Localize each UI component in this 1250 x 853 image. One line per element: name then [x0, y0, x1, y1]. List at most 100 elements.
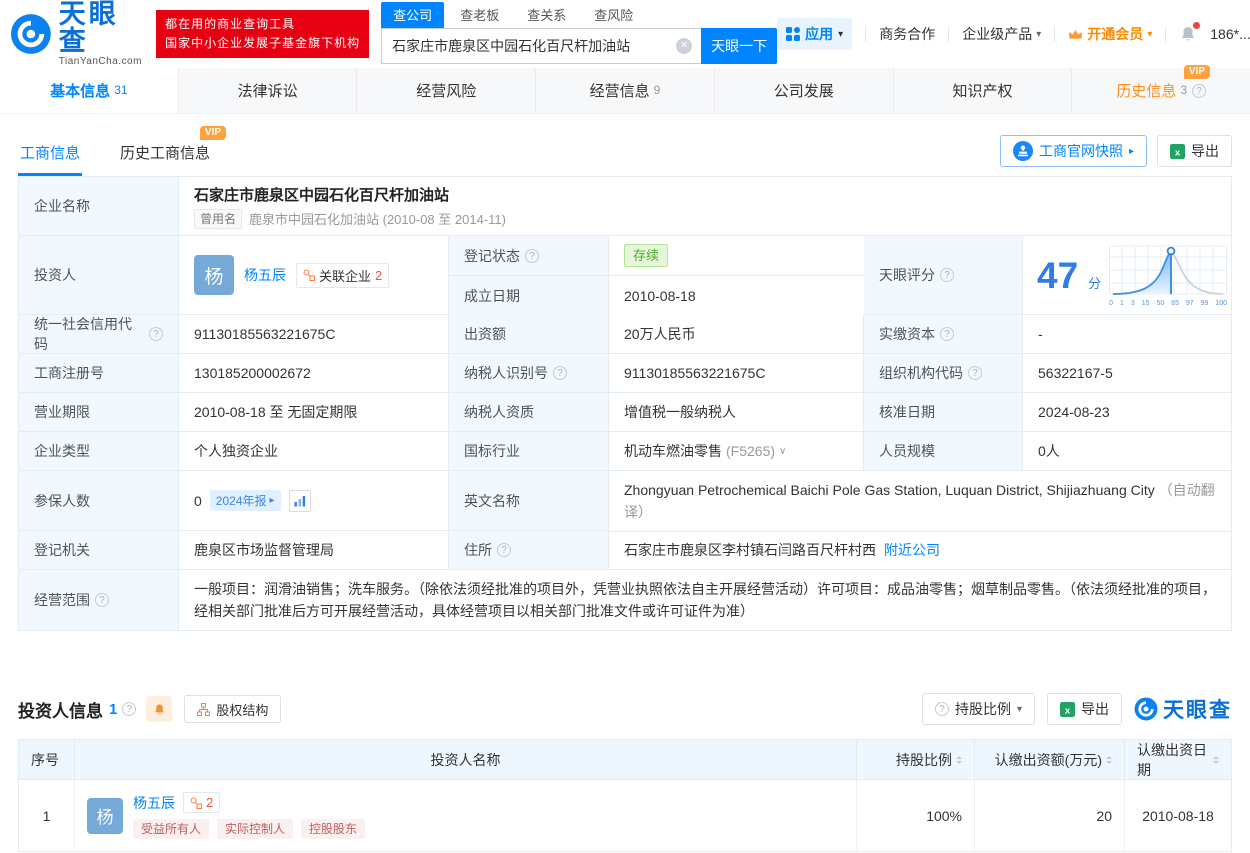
- investor-name-link[interactable]: 杨五辰: [133, 793, 175, 813]
- help-icon[interactable]: [95, 593, 109, 607]
- former-name: 鹿泉市中园石化加油站 (2010-08 至 2014-11): [249, 212, 506, 227]
- investors-section-header: 投资人信息 1 股权结构 持股比例 ▾: [18, 687, 1232, 731]
- tab-company-development[interactable]: 公司发展: [713, 68, 893, 113]
- search-tab-risk[interactable]: 查风险: [582, 2, 645, 28]
- field-value-company-name: 石家庄市鹿泉区中园石化百尺杆加油站 曾用名 鹿泉市中园石化加油站 (2010-0…: [179, 177, 1231, 236]
- tab-intellectual-property[interactable]: 知识产权: [892, 68, 1072, 113]
- help-icon[interactable]: [553, 366, 567, 380]
- tab-label: 经营风险: [416, 83, 477, 100]
- caret-down-icon: ▾: [838, 28, 844, 40]
- label-text: 统一社会信用代码: [34, 316, 132, 352]
- search-tab-boss[interactable]: 查老板: [448, 2, 511, 28]
- tab-basic-info[interactable]: 基本信息 31: [0, 68, 178, 113]
- header-text: 认缴出资额(万元): [994, 751, 1102, 768]
- tab-count: 31: [114, 82, 128, 97]
- sort-icon[interactable]: [1106, 755, 1112, 764]
- trend-chart-button[interactable]: [288, 489, 311, 512]
- field-value: 91130185563221675C: [609, 354, 864, 393]
- equity-structure-button[interactable]: 股权结构: [184, 695, 282, 723]
- bell-icon: [155, 703, 164, 714]
- tab-legal-proceedings[interactable]: 法律诉讼: [177, 68, 357, 113]
- nearby-companies-link[interactable]: 附近公司: [884, 540, 940, 560]
- field-value-insured: 0 2024年报 ▸: [179, 471, 449, 531]
- field-label: 纳税人资质: [449, 393, 609, 432]
- tianyancha-logo[interactable]: 天眼查 TianYanCha.com: [10, 1, 144, 67]
- col-header-investor-name: 投资人名称: [75, 740, 857, 780]
- row-ratio: 100%: [857, 780, 975, 851]
- investor-name-link[interactable]: 杨五辰: [244, 265, 286, 285]
- svg-text:x: x: [1175, 147, 1181, 158]
- insured-count: 0: [194, 492, 202, 509]
- help-icon[interactable]: [940, 268, 954, 282]
- help-icon[interactable]: [1192, 83, 1207, 98]
- search-button[interactable]: 天眼一下: [701, 28, 778, 64]
- enterprise-product-menu[interactable]: 企业级产品 ▾: [962, 24, 1041, 44]
- scope-label: 经营范围: [34, 592, 90, 608]
- help-icon[interactable]: [968, 366, 982, 380]
- apps-menu[interactable]: 应用 ▾: [777, 18, 853, 50]
- field-label-address: 住所: [449, 531, 609, 570]
- annual-report-badge[interactable]: 2024年报 ▸: [209, 490, 281, 511]
- tag-controlling-shareholder: 控股股东: [301, 819, 366, 839]
- score-value: 47: [1037, 254, 1079, 296]
- status-badge: 存续: [624, 244, 669, 267]
- investors-export-button[interactable]: x 导出: [1047, 693, 1122, 725]
- help-icon[interactable]: [525, 248, 539, 263]
- shareholding-ratio-dropdown[interactable]: 持股比例 ▾: [921, 693, 1035, 725]
- subtab-business-info[interactable]: 工商信息: [18, 142, 83, 176]
- tab-operating-risk[interactable]: 经营风险: [356, 68, 535, 113]
- related-companies-count: 2: [375, 267, 383, 283]
- related-companies-badge[interactable]: 2: [183, 792, 221, 813]
- divider: [1054, 26, 1056, 42]
- subtab-history-business-info[interactable]: 历史工商信息 VIP: [118, 126, 227, 176]
- help-icon[interactable]: [497, 543, 511, 557]
- caret-down-icon: ▾: [1016, 703, 1022, 715]
- sort-icon[interactable]: [1213, 755, 1219, 764]
- svg-text:x: x: [1065, 705, 1071, 716]
- investor-avatar[interactable]: 杨: [87, 797, 123, 834]
- search-tabs: 查公司 查老板 查关系 查风险: [381, 2, 777, 28]
- chevron-down-icon[interactable]: ∨: [779, 446, 786, 457]
- business-coop-link[interactable]: 商务合作: [879, 24, 935, 44]
- help-icon[interactable]: [149, 327, 163, 341]
- field-label-investor: 投资人: [19, 236, 179, 315]
- account-menu[interactable]: 186*... ▾: [1210, 26, 1250, 42]
- score-axis-ticks: 01 3 15 50 85 97 99 100: [1109, 299, 1228, 307]
- score-curve: [1109, 245, 1228, 295]
- search-tab-company[interactable]: 查公司: [381, 2, 445, 28]
- related-companies-badge[interactable]: 关联企业 2: [296, 262, 390, 288]
- field-label-score: 天眼评分: [864, 236, 1023, 315]
- tab-operating-info[interactable]: 经营信息 9: [535, 68, 714, 113]
- tianyancha-logo-icon: [1134, 697, 1158, 721]
- address-label: 住所: [464, 542, 492, 558]
- tab-count: 9: [653, 82, 661, 97]
- tab-history-info[interactable]: 历史信息 3 VIP: [1071, 65, 1250, 113]
- help-icon[interactable]: [122, 702, 137, 716]
- export-button[interactable]: x 导出: [1157, 135, 1232, 167]
- col-header-amount: 认缴出资额(万元): [975, 740, 1125, 780]
- field-label: 国标行业: [449, 432, 609, 471]
- help-icon[interactable]: [940, 327, 954, 341]
- field-value: 20万人民币: [609, 315, 864, 354]
- link-nodes-icon: [303, 269, 315, 281]
- reg-status-label: 登记状态: [464, 247, 520, 264]
- tag-beneficial-owner: 受益所有人: [133, 819, 210, 839]
- monitor-bell-button[interactable]: [146, 696, 173, 722]
- official-snapshot-button[interactable]: 工商官网快照 ▸: [999, 135, 1147, 167]
- search-input[interactable]: [381, 28, 702, 64]
- top-menu: 应用 ▾ 商务合作 企业级产品 ▾ 开通会员 ▾ 186*...: [777, 18, 1250, 50]
- annual-report-label: 2024年报: [215, 494, 267, 508]
- search-tab-relation[interactable]: 查关系: [515, 2, 578, 28]
- investor-tags: 受益所有人 实际控制人 控股股东: [133, 819, 366, 839]
- investor-avatar[interactable]: 杨: [194, 255, 234, 295]
- notification-dot: [1193, 22, 1201, 29]
- account-label: 186*...: [1210, 26, 1250, 42]
- logo-text: 天眼查 TianYanCha.com: [59, 1, 144, 68]
- notification-bell[interactable]: [1179, 22, 1201, 43]
- sort-icon[interactable]: [956, 755, 962, 764]
- arrow-right-icon: ▸: [269, 495, 275, 506]
- divider: [1165, 26, 1167, 42]
- vip-membership-menu[interactable]: 开通会员 ▾: [1068, 24, 1152, 44]
- field-value-english-name: Zhongyuan Petrochemical Baichi Pole Gas …: [609, 471, 1231, 532]
- english-name: Zhongyuan Petrochemical Baichi Pole Gas …: [624, 481, 1155, 498]
